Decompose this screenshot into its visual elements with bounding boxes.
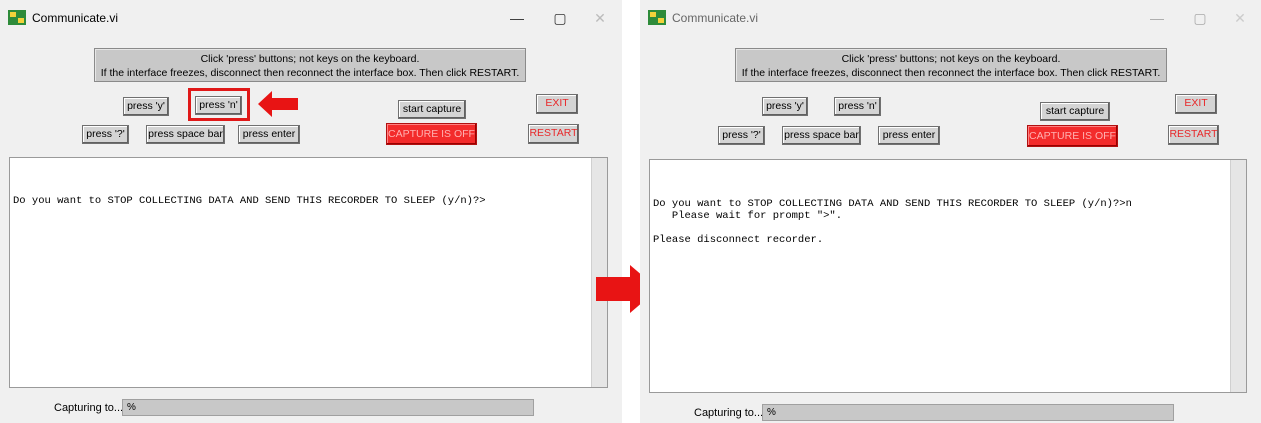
console-output[interactable]: Do you want to STOP COLLECTING DATA AND … [9,157,608,388]
exit-button[interactable]: EXIT [536,94,578,114]
highlight-box [188,88,250,121]
labview-app-icon [648,10,666,25]
minimize-button[interactable]: — [502,6,532,30]
press-question-button[interactable]: press '?' [718,126,765,145]
console-line: Please wait for prompt ">". [653,210,843,222]
console-line: Do you want to STOP COLLECTING DATA AND … [653,198,1132,210]
instructions-line-1: Click 'press' buttons; not keys on the k… [841,53,1061,65]
instructions-panel: Click 'press' buttons; not keys on the k… [94,48,526,82]
press-enter-button[interactable]: press enter [878,126,940,145]
capturing-to-label: Capturing to... [54,402,124,414]
press-y-button[interactable]: press 'y' [762,97,808,116]
maximize-button[interactable]: ▢ [545,6,575,30]
press-n-button[interactable]: press 'n' [834,97,881,116]
title-bar: Communicate.vi — ▢ ✕ [640,0,1261,36]
instructions-line-2: If the interface freezes, disconnect the… [741,67,1161,79]
console-scrollbar[interactable] [1230,160,1246,392]
pointer-arrow-icon [258,91,298,117]
press-space-button[interactable]: press space bar [782,126,861,145]
capture-status-indicator: CAPTURE IS OFF [386,123,477,145]
instructions-line-2: If the interface freezes, disconnect the… [100,67,520,79]
start-capture-button[interactable]: start capture [398,100,466,119]
capture-path-field[interactable]: % [762,404,1174,421]
console-line: Please disconnect recorder. [653,234,824,246]
exit-button[interactable]: EXIT [1175,94,1217,114]
restart-button[interactable]: RESTART [528,124,579,144]
window-after: Communicate.vi — ▢ ✕ Click 'press' butto… [640,0,1261,423]
press-enter-button[interactable]: press enter [238,125,300,144]
press-y-button[interactable]: press 'y' [123,97,169,116]
restart-button[interactable]: RESTART [1168,125,1219,145]
instructions-line-1: Click 'press' buttons; not keys on the k… [200,53,420,65]
window-title: Communicate.vi [672,11,759,25]
labview-app-icon [8,10,26,25]
press-question-button[interactable]: press '?' [82,125,129,144]
title-bar: Communicate.vi — ▢ ✕ [0,0,622,36]
close-button[interactable]: ✕ [1225,6,1255,30]
capture-status-indicator: CAPTURE IS OFF [1027,125,1118,147]
window-before: Communicate.vi — ▢ ✕ Click 'press' butto… [0,0,622,423]
console-line: Do you want to STOP COLLECTING DATA AND … [13,195,486,207]
press-space-button[interactable]: press space bar [146,125,225,144]
capturing-to-label: Capturing to... [694,407,764,419]
instructions-panel: Click 'press' buttons; not keys on the k… [735,48,1167,82]
close-button[interactable]: ✕ [585,6,615,30]
minimize-button[interactable]: — [1142,6,1172,30]
window-title: Communicate.vi [32,11,119,25]
capture-path-field[interactable]: % [122,399,534,416]
console-output[interactable]: Do you want to STOP COLLECTING DATA AND … [649,159,1247,393]
start-capture-button[interactable]: start capture [1040,102,1110,121]
maximize-button[interactable]: ▢ [1185,6,1215,30]
